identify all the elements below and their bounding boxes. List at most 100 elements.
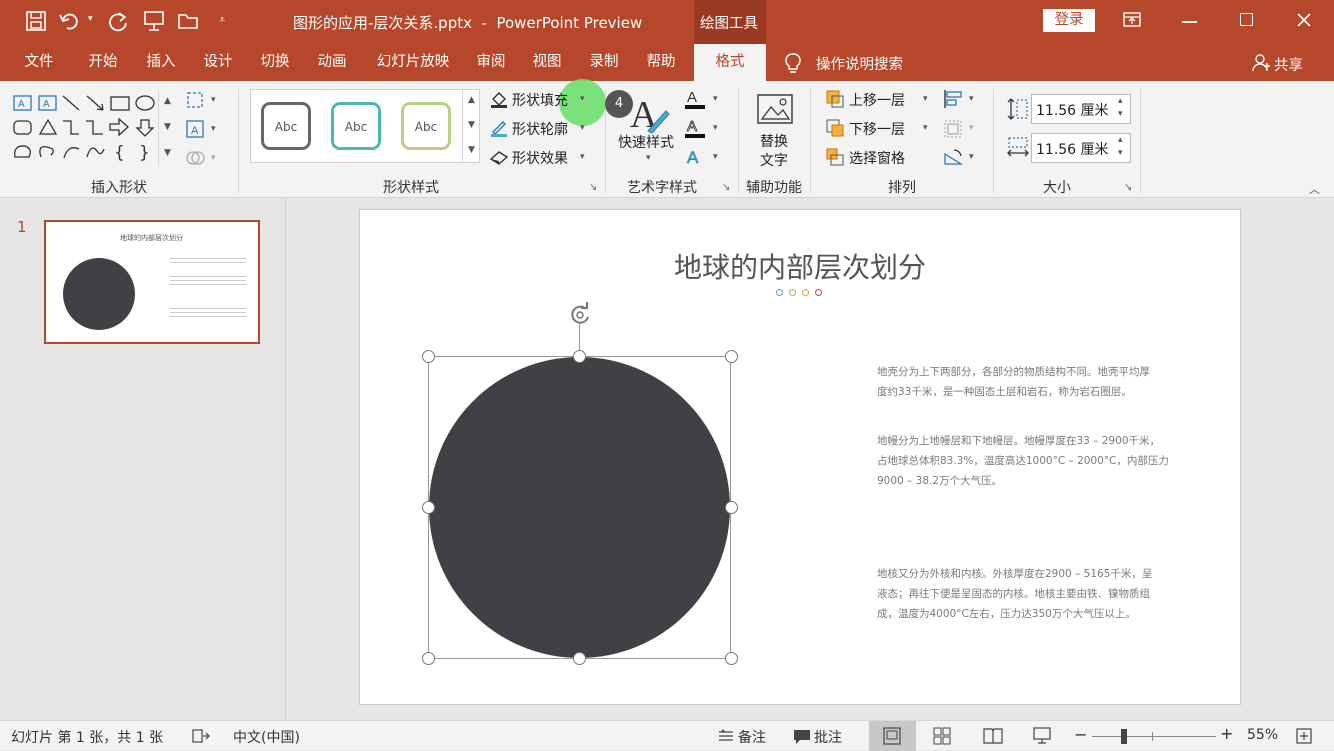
- gallery-more-icon[interactable]: ▼: [164, 148, 171, 158]
- comments-button[interactable]: 批注: [814, 727, 842, 747]
- resize-handle-nw[interactable]: [422, 350, 435, 363]
- height-down-icon[interactable]: ▾: [1118, 109, 1123, 119]
- group-objects-icon[interactable]: [942, 118, 964, 140]
- circle-shape[interactable]: [429, 357, 730, 658]
- width-up-icon[interactable]: ▴: [1118, 135, 1123, 145]
- notes-icon[interactable]: [718, 729, 734, 743]
- shape-fill-button[interactable]: 形状填充: [512, 90, 568, 110]
- tab-animations[interactable]: 动画: [309, 44, 355, 81]
- tab-home[interactable]: 开始: [80, 44, 126, 81]
- tab-review[interactable]: 审阅: [468, 44, 514, 81]
- selection-pane-icon[interactable]: [825, 147, 845, 167]
- shape-outline-dropdown-icon[interactable]: ▾: [580, 123, 585, 133]
- maximize-icon[interactable]: [1240, 13, 1253, 26]
- shape-width-input[interactable]: 11.56 厘米 ▴ ▾: [1031, 133, 1131, 163]
- wordart-launcher-icon[interactable]: ↘: [722, 182, 730, 193]
- text-fill-icon[interactable]: A: [684, 87, 706, 111]
- slideshow-view-icon[interactable]: [1032, 727, 1052, 745]
- reading-view-icon[interactable]: [983, 727, 1003, 745]
- share-person-icon[interactable]: [1252, 53, 1272, 73]
- paragraph-mantle[interactable]: 地幔分为上地幔层和下地幔层。地幔厚度在33 – 2900千米， 占地球总体积83…: [877, 431, 1177, 491]
- shapes-gallery[interactable]: A A { }: [11, 91, 177, 163]
- gallery-down-icon[interactable]: ▼: [164, 122, 171, 132]
- paragraph-core[interactable]: 地核又分为外核和内核。外核厚度在2900 – 5165千米，呈 液态；再往下便是…: [877, 564, 1177, 624]
- resize-handle-se[interactable]: [725, 652, 738, 665]
- tab-slideshow[interactable]: 幻灯片放映: [368, 44, 458, 81]
- text-fill-dropdown-icon[interactable]: ▾: [713, 94, 718, 104]
- send-backward-icon[interactable]: [825, 118, 845, 138]
- alt-text-line2[interactable]: 文字: [760, 150, 788, 170]
- language-status[interactable]: 中文(中国): [233, 727, 300, 747]
- align-icon[interactable]: [942, 88, 964, 110]
- merge-shapes-dropdown-icon[interactable]: ▾: [211, 153, 216, 163]
- minimize-icon[interactable]: [1182, 21, 1197, 23]
- slide-thumbnail[interactable]: 地球的内部层次划分: [44, 220, 260, 344]
- tab-transitions[interactable]: 切换: [252, 44, 298, 81]
- customize-qat-icon[interactable]: ⩡: [219, 13, 225, 27]
- zoom-in-icon[interactable]: +: [1220, 724, 1233, 743]
- text-effects-icon[interactable]: A: [684, 145, 706, 169]
- text-outline-dropdown-icon[interactable]: ▾: [713, 123, 718, 133]
- quick-styles-dropdown-icon[interactable]: ▾: [646, 153, 651, 163]
- shape-styles-launcher-icon[interactable]: ↘: [589, 182, 597, 193]
- ribbon-display-options-icon[interactable]: [1122, 10, 1142, 30]
- gallery-up-icon[interactable]: ▲: [164, 96, 171, 106]
- text-box-icon[interactable]: A: [185, 119, 205, 139]
- tab-help[interactable]: 帮助: [638, 44, 684, 81]
- text-effects-dropdown-icon[interactable]: ▾: [713, 152, 718, 162]
- accessibility-check-icon[interactable]: [192, 728, 210, 744]
- send-backward-button[interactable]: 下移一层: [849, 119, 905, 139]
- shape-effects-button[interactable]: 形状效果: [512, 148, 568, 168]
- rotate-handle-icon[interactable]: [567, 302, 593, 328]
- paint-bucket-icon[interactable]: [489, 89, 509, 109]
- styles-more-icon[interactable]: ▼: [468, 145, 475, 155]
- alt-text-line1[interactable]: 替换: [760, 131, 788, 151]
- selection-pane-button[interactable]: 选择窗格: [849, 148, 905, 168]
- comments-icon[interactable]: [793, 729, 811, 745]
- style-sample-gray[interactable]: Abc: [261, 102, 311, 150]
- pen-outline-icon[interactable]: [489, 118, 509, 138]
- zoom-level[interactable]: 55%: [1247, 727, 1278, 743]
- tab-view[interactable]: 视图: [524, 44, 570, 81]
- style-sample-green[interactable]: Abc: [401, 102, 451, 150]
- notes-button[interactable]: 备注: [738, 727, 766, 747]
- tab-insert[interactable]: 插入: [138, 44, 184, 81]
- width-down-icon[interactable]: ▾: [1118, 148, 1123, 158]
- quick-styles-icon[interactable]: A: [630, 91, 670, 135]
- fit-to-window-icon[interactable]: [1296, 728, 1312, 744]
- shape-styles-gallery[interactable]: Abc Abc Abc ▲ ▼ ▼: [250, 89, 480, 163]
- edit-shape-dropdown-icon[interactable]: ▾: [211, 95, 216, 105]
- rotate-icon[interactable]: [942, 146, 964, 168]
- resize-handle-ne[interactable]: [725, 350, 738, 363]
- login-button[interactable]: 登录: [1043, 9, 1095, 32]
- zoom-slider[interactable]: [1092, 736, 1216, 737]
- text-box-dropdown-icon[interactable]: ▾: [211, 124, 216, 134]
- paragraph-crust[interactable]: 地壳分为上下两部分，各部分的物质结构不同。地壳平均厚 度约33千米，是一种固态土…: [877, 362, 1177, 402]
- normal-view-button[interactable]: [869, 721, 916, 751]
- merge-shapes-icon[interactable]: [185, 148, 205, 168]
- resize-handle-w[interactable]: [422, 501, 435, 514]
- resize-handle-sw[interactable]: [422, 652, 435, 665]
- height-up-icon[interactable]: ▴: [1118, 96, 1123, 106]
- share-button[interactable]: 共享: [1274, 54, 1303, 75]
- slide-sorter-icon[interactable]: [933, 727, 951, 745]
- tab-record[interactable]: 录制: [581, 44, 627, 81]
- styles-gallery-scroll[interactable]: ▲ ▼ ▼: [462, 90, 480, 162]
- resize-handle-e[interactable]: [725, 501, 738, 514]
- tab-file[interactable]: 文件: [14, 44, 64, 81]
- tab-design[interactable]: 设计: [195, 44, 241, 81]
- tell-me-search[interactable]: 操作说明搜索: [816, 53, 903, 74]
- zoom-out-icon[interactable]: −: [1074, 725, 1087, 744]
- resize-handle-s[interactable]: [573, 652, 586, 665]
- size-launcher-icon[interactable]: ↘: [1124, 182, 1132, 193]
- quick-styles-button[interactable]: 快速样式: [618, 132, 674, 152]
- undo-icon[interactable]: [58, 10, 82, 32]
- bring-forward-button[interactable]: 上移一层: [849, 90, 905, 110]
- resize-handle-n[interactable]: [573, 350, 586, 363]
- send-backward-dropdown-icon[interactable]: ▾: [923, 123, 928, 133]
- zoom-slider-thumb[interactable]: [1121, 729, 1127, 744]
- styles-up-icon[interactable]: ▲: [468, 95, 475, 105]
- redo-icon[interactable]: [106, 9, 130, 33]
- style-sample-teal[interactable]: Abc: [331, 102, 381, 150]
- rotate-dropdown-icon[interactable]: ▾: [969, 152, 974, 162]
